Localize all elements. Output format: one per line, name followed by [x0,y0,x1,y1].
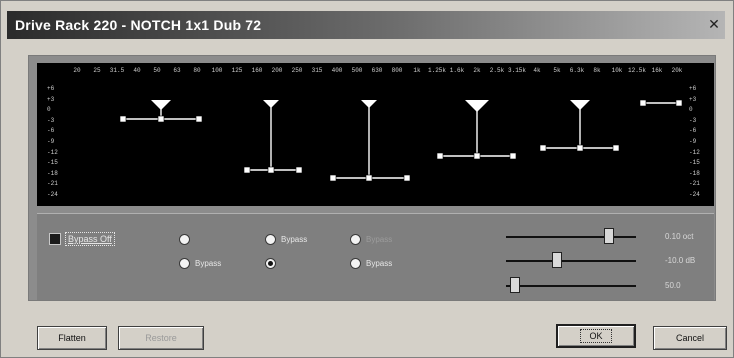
filter-radio-2[interactable]: Bypass [265,234,307,245]
filter-radio-5[interactable] [265,258,281,269]
radio-label: Bypass [195,259,222,268]
radio-label: Bypass [366,259,393,268]
band-6-right-handle [675,99,683,107]
band-2-center-handle [267,166,275,174]
band-4-left-handle [436,152,444,160]
flatten-label: Flatten [58,333,86,343]
band-2-left-handle [243,166,251,174]
radio-dot[interactable] [179,234,190,245]
band-4-right-handle [509,152,517,160]
flatten-button[interactable]: Flatten [37,326,107,350]
ok-label: OK [580,329,612,343]
band-1-left-handle [119,115,127,123]
band-3-left-handle [329,174,337,182]
band-2-peak-icon [263,100,279,108]
band-4-peak-icon [465,100,489,112]
width-value: 0.10 oct [665,232,694,241]
window-title: Drive Rack 220 - NOTCH 1x1 Dub 72 [15,17,262,33]
band-4-center-handle [473,152,481,160]
title-bar[interactable]: Drive Rack 220 - NOTCH 1x1 Dub 72 ✕ [7,11,725,39]
filter-handles [119,99,683,182]
band-3-right-handle [403,174,411,182]
band-5-left-handle [539,144,547,152]
checkbox-box[interactable] [49,233,61,245]
filter-radio-3[interactable]: Bypass [350,234,392,245]
band-5-peak-icon [570,100,590,110]
width-slider-track[interactable] [506,236,636,238]
cancel-button[interactable]: Cancel [653,326,727,350]
radio-dot[interactable] [179,258,190,269]
restore-button[interactable]: Restore [118,326,204,350]
q-slider-thumb[interactable] [509,277,520,293]
width-slider-thumb[interactable] [604,228,615,244]
radio-label: Bypass [366,235,393,244]
gain-slider-track[interactable] [506,260,636,262]
band-1-peak-icon [151,100,171,110]
gain-value: -10.0 dB [665,256,696,265]
ok-button[interactable]: OK [556,324,636,348]
filter-radio-1[interactable] [179,234,195,245]
band-6-left-handle [639,99,647,107]
band-1-right-handle [195,115,203,123]
q-value: 50.0 [665,281,681,290]
band-3-center-handle [365,174,373,182]
filter-radio-4[interactable]: Bypass [179,258,221,269]
q-slider-track[interactable] [506,285,636,287]
band-3-peak-icon [361,100,377,108]
filter-radio-6[interactable]: Bypass [350,258,392,269]
radio-dot[interactable] [350,234,361,245]
restore-label: Restore [145,333,177,343]
band-5-center-handle [576,144,584,152]
cancel-label: Cancel [675,333,704,343]
band-5-right-handle [612,144,620,152]
radio-dot[interactable] [350,258,361,269]
close-icon[interactable]: ✕ [705,15,723,33]
bypass-checkbox[interactable]: Bypass Off [49,232,115,246]
gain-slider-thumb[interactable] [551,252,562,268]
bypass-label: Bypass Off [65,232,115,246]
radio-label: Bypass [281,235,308,244]
radio-dot[interactable] [265,234,276,245]
band-2-right-handle [295,166,303,174]
radio-dot-selected[interactable] [265,258,276,269]
eq-graph[interactable]: 20 25 31.5 40 50 63 80 100 125 160 200 250 315 400 500… [37,63,714,206]
eq-dialog: Drive Rack 220 - NOTCH 1x1 Dub 72 ✕ 20 25… [0,0,734,358]
band-1-center-handle [157,115,165,123]
